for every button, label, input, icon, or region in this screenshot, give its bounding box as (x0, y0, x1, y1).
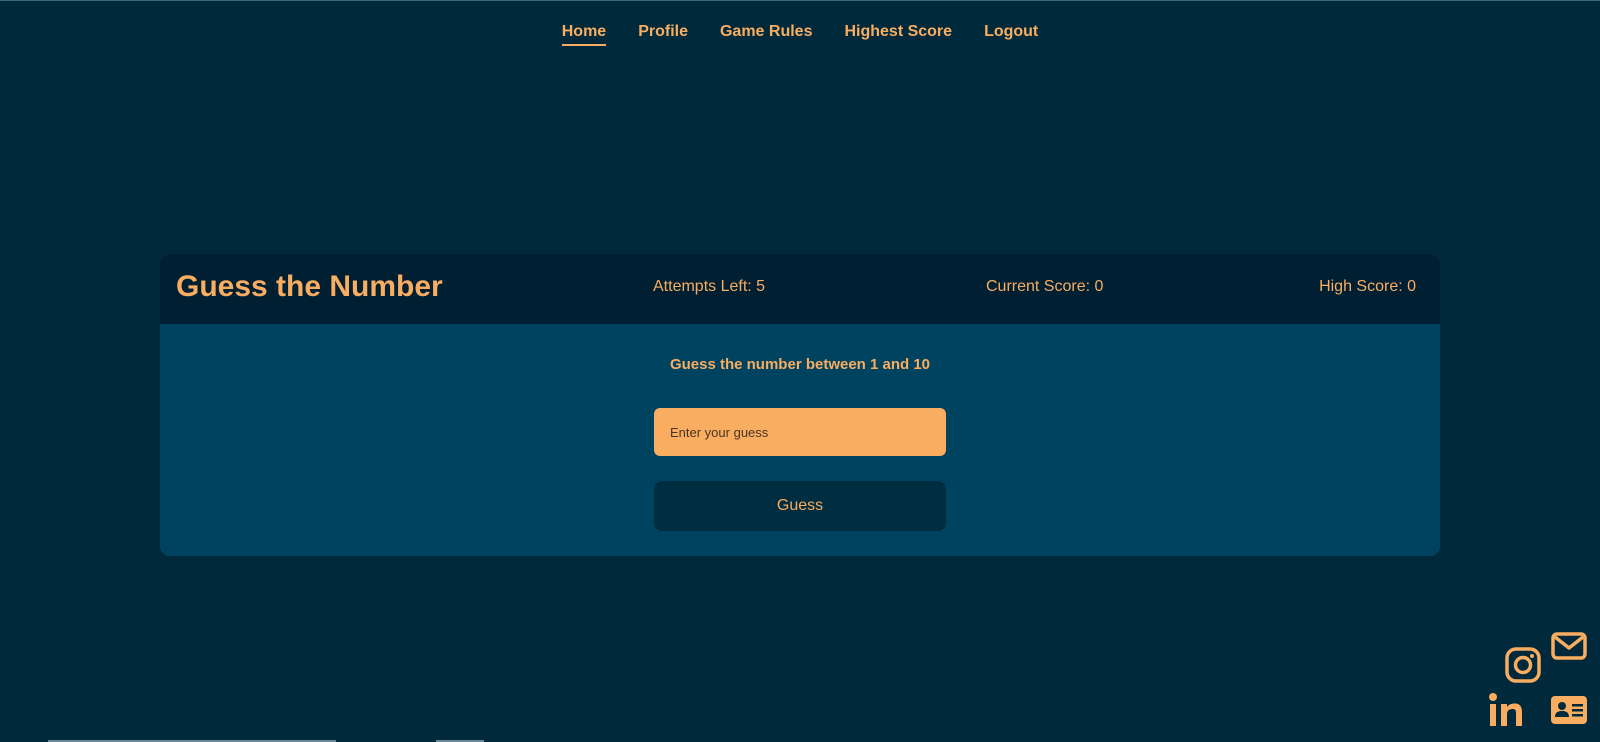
main-nav: Home Profile Game Rules Highest Score Lo… (0, 23, 1600, 46)
current-score: Current Score: 0 (986, 278, 1104, 295)
nav-game-rules[interactable]: Game Rules (720, 23, 812, 46)
nav-logout[interactable]: Logout (984, 23, 1038, 46)
attempts-left: Attempts Left: 5 (653, 278, 766, 295)
contact-card-icon[interactable] (1550, 691, 1588, 729)
guess-button[interactable]: Guess (654, 481, 946, 531)
game-header: Guess the Number Attempts Left: 5 Curren… (160, 254, 1440, 324)
game-title: Guess the Number (176, 270, 443, 303)
email-icon[interactable] (1550, 627, 1588, 665)
nav-profile[interactable]: Profile (638, 23, 688, 46)
high-score: High Score: 0 (1319, 278, 1416, 295)
nav-home[interactable]: Home (561, 23, 607, 46)
nav-highest-score[interactable]: Highest Score (844, 23, 952, 46)
linkedin-icon[interactable] (1487, 691, 1525, 729)
game-card: Guess the Number Attempts Left: 5 Curren… (160, 254, 1440, 556)
guess-prompt: Guess the number between 1 and 10 (669, 356, 931, 373)
guess-input[interactable] (654, 408, 946, 456)
instagram-icon[interactable] (1504, 646, 1542, 684)
